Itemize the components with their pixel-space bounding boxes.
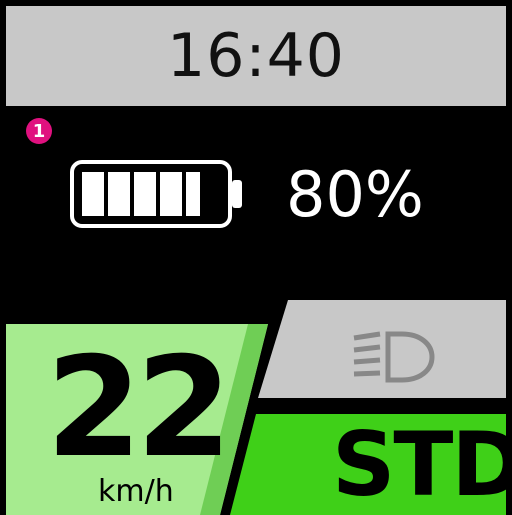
speed-value: 22 <box>46 327 232 488</box>
headlight-icon[interactable] <box>350 326 440 392</box>
speed-unit: km/h <box>98 474 174 509</box>
ebike-display: 16:40 1 80% STD 22 km/h <box>0 0 512 515</box>
assist-mode-label[interactable]: STD <box>332 410 512 515</box>
